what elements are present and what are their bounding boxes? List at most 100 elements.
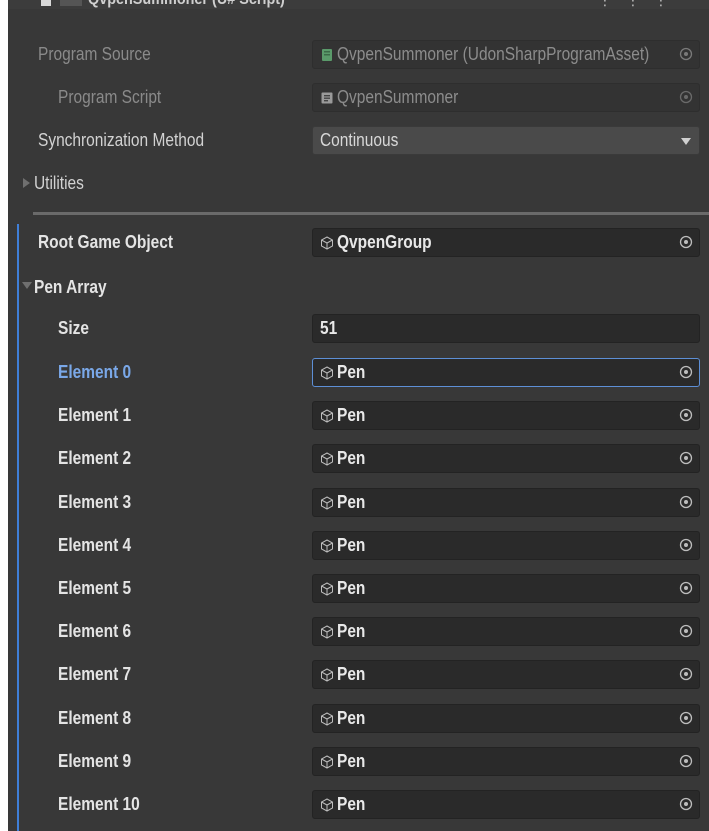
array-element-value: Pen	[337, 578, 366, 598]
object-picker-icon[interactable]	[679, 408, 693, 422]
row-array-size: Size 51	[8, 308, 709, 348]
array-element-field[interactable]: Pen	[312, 358, 700, 387]
array-element-value: Pen	[337, 621, 366, 641]
gameobject-cube-icon	[321, 236, 333, 250]
pen-array-label: Pen Array	[34, 277, 107, 297]
component-menu-icons[interactable]: ⋮⋮⋮	[598, 0, 682, 9]
array-element-row: Element 1 Pen	[8, 395, 709, 435]
program-script-label: Program Script	[58, 87, 162, 107]
object-picker-icon[interactable]	[679, 797, 693, 811]
gameobject-cube-icon	[321, 496, 333, 510]
array-element-label: Element 5	[58, 578, 132, 598]
object-picker-icon[interactable]	[679, 667, 693, 681]
root-game-object-value: QvpenGroup	[337, 232, 432, 252]
utilities-label: Utilities	[34, 173, 84, 193]
array-element-field[interactable]: Pen	[312, 488, 700, 517]
root-game-object-field[interactable]: QvpenGroup	[312, 228, 700, 257]
udonsharp-asset-icon	[322, 49, 332, 61]
program-source-label: Program Source	[38, 44, 151, 64]
utilities-foldout[interactable]: Utilities	[8, 163, 709, 203]
array-element-row: Element 3 Pen	[8, 482, 709, 522]
row-sync-method: Synchronization Method Continuous	[8, 120, 709, 160]
array-element-label: Element 9	[58, 751, 132, 771]
array-element-value: Pen	[337, 362, 366, 382]
object-picker-icon[interactable]	[679, 47, 693, 61]
object-picker-icon[interactable]	[679, 754, 693, 768]
array-element-row: Element 5 Pen	[8, 568, 709, 608]
object-picker-icon[interactable]	[679, 624, 693, 638]
array-element-label: Element 10	[58, 794, 140, 814]
array-element-field[interactable]: Pen	[312, 747, 700, 776]
gameobject-cube-icon	[321, 452, 333, 466]
array-element-label: Element 3	[58, 492, 132, 512]
gameobject-cube-icon	[321, 798, 333, 812]
array-element-label: Element 1	[58, 405, 132, 425]
array-element-field[interactable]: Pen	[312, 401, 700, 430]
object-picker-icon[interactable]	[679, 495, 693, 509]
array-element-value: Pen	[337, 751, 366, 771]
array-element-field[interactable]: Pen	[312, 704, 700, 733]
array-size-input[interactable]: 51	[312, 314, 700, 343]
array-element-value: Pen	[337, 535, 366, 555]
array-size-value: 51	[320, 318, 338, 338]
gameobject-cube-icon	[321, 625, 333, 639]
gameobject-cube-icon	[321, 755, 333, 769]
array-element-value: Pen	[337, 708, 366, 728]
gameobject-cube-icon	[321, 582, 333, 596]
array-element-label: Element 7	[58, 664, 132, 684]
object-picker-icon[interactable]	[679, 581, 693, 595]
object-picker-icon[interactable]	[679, 235, 693, 249]
row-program-script: Program Script QvpenSummoner	[8, 77, 709, 117]
object-picker-icon[interactable]	[679, 451, 693, 465]
gameobject-cube-icon	[321, 668, 333, 682]
array-element-field[interactable]: Pen	[312, 531, 700, 560]
foldout-closed-icon[interactable]	[23, 178, 30, 188]
array-element-value: Pen	[337, 448, 366, 468]
array-element-row: Element 8 Pen	[8, 698, 709, 738]
foldout-open-icon[interactable]	[22, 282, 32, 289]
component-enable-checkbox[interactable]	[41, 0, 51, 6]
gameobject-cube-icon	[321, 539, 333, 553]
array-element-row: Element 9 Pen	[8, 741, 709, 781]
screenshot-frame: QvpenSummoner (U# Script) ⋮⋮⋮ Program So…	[0, 0, 709, 831]
array-element-value: Pen	[337, 794, 366, 814]
section-divider	[33, 212, 709, 215]
component-title: QvpenSummoner (U# Script)	[88, 0, 285, 9]
array-element-label: Element 0	[58, 362, 132, 382]
array-element-label: Element 2	[58, 448, 132, 468]
object-picker-icon[interactable]	[679, 365, 693, 379]
array-element-row: Element 7 Pen	[8, 654, 709, 694]
array-element-row: Element 0 Pen	[8, 352, 709, 392]
array-element-row: Element 10 Pen	[8, 784, 709, 824]
array-element-field[interactable]: Pen	[312, 790, 700, 819]
array-element-row: Element 2 Pen	[8, 438, 709, 478]
object-picker-icon[interactable]	[679, 538, 693, 552]
object-picker-icon[interactable]	[679, 711, 693, 725]
gameobject-cube-icon	[321, 712, 333, 726]
chevron-down-icon	[681, 138, 691, 145]
array-element-value: Pen	[337, 405, 366, 425]
sync-method-dropdown[interactable]: Continuous	[312, 126, 700, 155]
array-element-field[interactable]: Pen	[312, 617, 700, 646]
array-element-value: Pen	[337, 664, 366, 684]
program-script-value: QvpenSummoner	[337, 87, 459, 107]
array-element-field[interactable]: Pen	[312, 444, 700, 473]
array-element-field[interactable]: Pen	[312, 660, 700, 689]
script-component-icon	[60, 0, 82, 6]
row-root-game-object: Root Game Object QvpenGroup	[8, 222, 709, 262]
component-header[interactable]: QvpenSummoner (U# Script) ⋮⋮⋮	[8, 0, 709, 9]
object-picker-icon[interactable]	[679, 90, 693, 104]
array-element-field[interactable]: Pen	[312, 574, 700, 603]
array-element-label: Element 8	[58, 708, 132, 728]
array-size-label: Size	[58, 318, 89, 338]
sync-method-value: Continuous	[320, 130, 399, 150]
program-source-field: QvpenSummoner (UdonSharpProgramAsset)	[312, 40, 700, 69]
inspector-panel: QvpenSummoner (U# Script) ⋮⋮⋮ Program So…	[8, 0, 709, 831]
array-element-label: Element 4	[58, 535, 132, 555]
program-script-field: QvpenSummoner	[312, 83, 700, 112]
pen-array-foldout[interactable]: Pen Array	[8, 267, 709, 307]
gameobject-cube-icon	[321, 409, 333, 423]
gameobject-cube-icon	[321, 366, 333, 380]
sync-method-label: Synchronization Method	[38, 130, 205, 150]
array-element-row: Element 4 Pen	[8, 525, 709, 565]
